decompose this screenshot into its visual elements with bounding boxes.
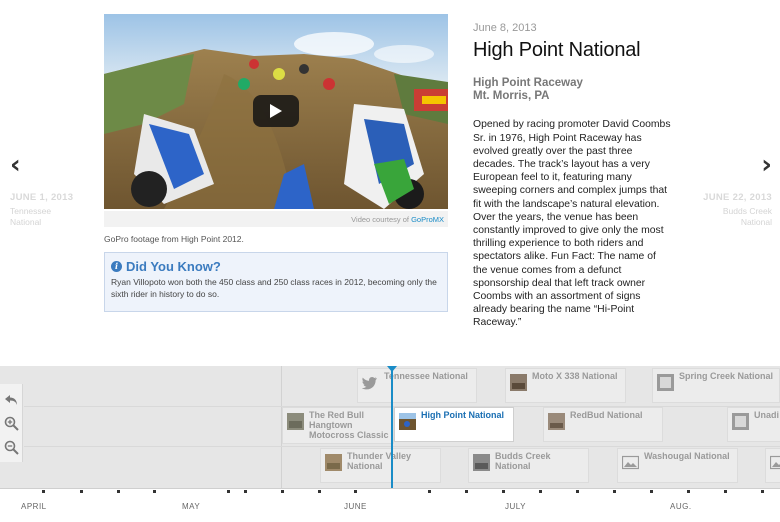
nav-next-title-line1[interactable]: Budds Creek <box>703 206 772 217</box>
axis-tick <box>724 490 727 493</box>
timeline-marker-label: Unadi <box>754 410 780 420</box>
timeline-nav[interactable]: Tennessee National Moto X 338 National S… <box>0 366 780 522</box>
slide-text: June 8, 2013 High Point National High Po… <box>473 22 673 330</box>
timeline-marker-thunder-valley[interactable]: Thunder Valley National <box>320 448 441 483</box>
image-icon <box>770 455 780 470</box>
axis-tick <box>117 490 120 493</box>
photo-thumbnail-icon <box>657 374 674 391</box>
axis-tick <box>465 490 468 493</box>
axis-tick <box>281 490 284 493</box>
timeline-row-divider <box>24 446 780 447</box>
axis-month-april: APRIL <box>21 502 47 511</box>
axis-tick <box>428 490 431 493</box>
timeline-marker-label: Spring Creek National <box>679 371 774 381</box>
axis-month-july: JULY <box>505 502 526 511</box>
photo-thumbnail-icon <box>548 413 565 430</box>
twitter-icon <box>362 377 377 390</box>
timeline-axis[interactable]: APRIL MAY JUNE JULY AUG. <box>0 488 780 522</box>
axis-month-may: MAY <box>182 502 201 511</box>
axis-tick <box>613 490 616 493</box>
play-button[interactable] <box>253 95 299 127</box>
video-player[interactable] <box>104 14 448 209</box>
nav-next-title-line2[interactable]: National <box>703 217 772 228</box>
slide-date: June 8, 2013 <box>473 22 537 34</box>
timeline-marker-label: RedBud National <box>570 410 643 420</box>
media-credit-link[interactable]: GoProMX <box>411 215 444 224</box>
timeline-marker-label: Budds Creek National <box>495 451 551 471</box>
slide-headline: High Point National <box>473 39 641 61</box>
timeline-marker-tennessee[interactable]: Tennessee National <box>357 368 477 403</box>
slide-venue-name: High Point Raceway <box>473 77 583 89</box>
timeline-marker-washougal[interactable]: Washougal National <box>617 448 738 483</box>
photo-thumbnail-icon <box>510 374 527 391</box>
axis-tick <box>318 490 321 493</box>
axis-month-june: JUNE <box>344 502 367 511</box>
chevron-right-icon[interactable]: › <box>703 152 772 178</box>
timeline-marker-budds-creek[interactable]: Budds Creek National <box>468 448 589 483</box>
nav-previous[interactable]: ‹ JUNE 1, 2013 Tennessee National <box>10 152 73 227</box>
photo-thumbnail-icon <box>287 413 304 430</box>
zoom-in-icon[interactable] <box>4 416 19 431</box>
media-credit: Video courtesy of GoProMX <box>104 211 448 227</box>
video-thumbnail-icon <box>399 413 416 430</box>
timeline-marker-spring-creek[interactable]: Spring Creek National <box>652 368 780 403</box>
axis-tick <box>244 490 247 493</box>
slide-venue: High Point Raceway Mt. Morris, PA <box>473 77 673 103</box>
timeline-marker-label: Washougal National <box>644 451 730 461</box>
timeline-marker-label: High Point National <box>421 410 504 420</box>
did-you-know-title: Did You Know? <box>126 259 221 274</box>
timeline-current-line <box>391 366 393 492</box>
timeline-marker-label: Moto X 338 National <box>532 371 618 381</box>
nav-next-date[interactable]: JUNE 22, 2013 <box>703 192 772 203</box>
timeline-marker-high-point[interactable]: High Point National <box>394 407 514 442</box>
did-you-know-box: i Did You Know? Ryan Villopoto won both … <box>104 252 448 312</box>
axis-month-aug: AUG. <box>670 502 692 511</box>
slide-body: Opened by racing promoter David Coombs S… <box>473 119 671 329</box>
timeline-marker-motox338[interactable]: Moto X 338 National <box>505 368 626 403</box>
timeline-marker-redbud[interactable]: RedBud National <box>543 407 663 442</box>
timeline-marker-offscreen[interactable] <box>765 448 780 483</box>
axis-tick <box>687 490 690 493</box>
image-icon <box>622 455 639 470</box>
photo-thumbnail-icon <box>473 454 490 471</box>
chevron-left-icon[interactable]: ‹ <box>10 152 73 178</box>
timeline-marker-red-bull[interactable]: The Red Bull Hangtown Motocross Classic <box>282 407 394 444</box>
nav-previous-title-line2[interactable]: National <box>10 217 73 228</box>
did-you-know-title-row: i Did You Know? <box>111 259 441 274</box>
axis-tick <box>153 490 156 493</box>
axis-tick <box>42 490 45 493</box>
did-you-know-text: Ryan Villopoto won both the 450 class an… <box>111 277 437 300</box>
slide-media: Video courtesy of GoProMX GoPro footage … <box>104 14 448 312</box>
media-credit-prefix: Video courtesy of <box>351 215 412 224</box>
back-arrow-icon[interactable] <box>4 392 19 407</box>
axis-tick <box>502 490 505 493</box>
zoom-out-icon[interactable] <box>4 440 19 455</box>
play-icon <box>270 104 282 118</box>
timeline-marker-label: The Red Bull Hangtown Motocross Classic <box>309 410 389 440</box>
info-icon: i <box>111 261 122 272</box>
axis-tick <box>354 490 357 493</box>
axis-tick <box>650 490 653 493</box>
axis-tick <box>80 490 83 493</box>
nav-next[interactable]: › JUNE 22, 2013 Budds Creek National <box>703 152 772 227</box>
axis-tick <box>576 490 579 493</box>
photo-thumbnail-icon <box>732 413 749 430</box>
media-caption: GoPro footage from High Point 2012. <box>104 234 244 244</box>
timeline-tools <box>0 384 23 462</box>
nav-previous-date[interactable]: JUNE 1, 2013 <box>10 192 73 203</box>
slide-venue-location: Mt. Morris, PA <box>473 90 550 103</box>
timeline-marker-label: Tennessee National <box>384 371 468 381</box>
timeline-marker-unadilla[interactable]: Unadi <box>727 407 780 442</box>
nav-previous-title-line1[interactable]: Tennessee <box>10 206 73 217</box>
axis-tick <box>227 490 230 493</box>
photo-thumbnail-icon <box>325 454 342 471</box>
axis-tick <box>539 490 542 493</box>
axis-tick <box>761 490 764 493</box>
